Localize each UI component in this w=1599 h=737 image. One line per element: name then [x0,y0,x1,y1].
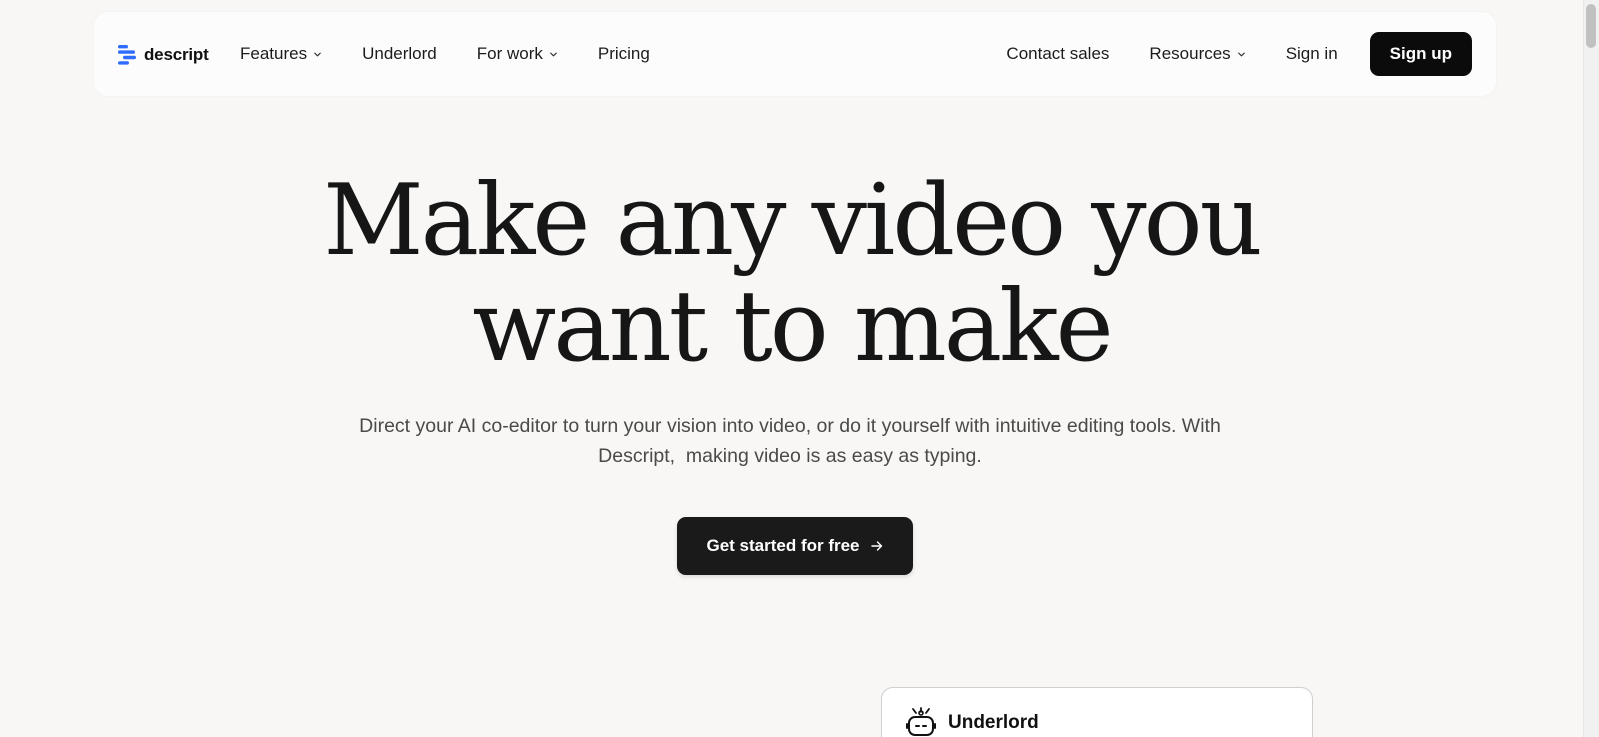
nav-item-underlord[interactable]: Underlord [362,44,437,64]
chevron-down-icon [314,52,321,56]
nav-item-label: Features [240,44,308,63]
underlord-card-title: Underlord [948,712,1039,733]
hero-subtitle-line: Direct your AI co-editor to turn your vi… [359,415,1221,437]
sign-in-link[interactable]: Sign in [1286,44,1338,64]
robot-icon [906,707,936,736]
descript-logo-icon [118,45,136,65]
descript-logo[interactable]: descript [118,43,209,67]
nav-item-label: For work [476,44,543,63]
nav-item-for-work[interactable]: For work [477,44,558,64]
underlord-card-header: Underlord [904,706,1039,737]
get-started-label: Get started for free [706,536,860,555]
page: descript Features Underlord For work Pri… [0,0,1599,737]
scrollbar-thumb[interactable] [1586,4,1596,48]
nav-item-label: Resources [1149,44,1231,63]
hero-title: Make any video you want to make [0,168,1583,380]
get-started-button[interactable]: Get started for free [677,517,913,575]
nav-secondary-links: Contact sales Resources Sign in Sign up [1006,12,1472,96]
chevron-down-icon [1237,52,1245,56]
hero-title-line: Make any video you [323,164,1262,278]
hero-title-line: want to make [472,270,1113,384]
chevron-down-icon [550,52,557,56]
nav-item-label: Underlord [362,44,437,63]
sign-in-label: Sign in [1285,44,1338,63]
nav-primary-links: Features Underlord For work Pricing [240,12,690,96]
hero-subtitle-line: Descript, making video is as easy as typ… [598,445,982,467]
contact-sales-label: Contact sales [1006,44,1110,63]
logo-wordmark: descript [144,45,209,64]
arrow-right-icon [870,541,882,551]
sign-up-button[interactable]: Sign up [1369,32,1472,76]
top-navbar: descript Features Underlord For work Pri… [94,12,1496,96]
nav-item-features[interactable]: Features [240,44,322,64]
underlord-card: Underlord [881,687,1313,737]
page-scrollbar[interactable] [1583,0,1599,737]
hero-subtitle: Direct your AI co-editor to turn your vi… [325,411,1255,471]
contact-sales-link[interactable]: Contact sales [1006,44,1109,64]
nav-item-resources[interactable]: Resources [1149,44,1245,64]
nav-item-label: Pricing [597,44,650,63]
nav-item-pricing[interactable]: Pricing [598,44,650,64]
